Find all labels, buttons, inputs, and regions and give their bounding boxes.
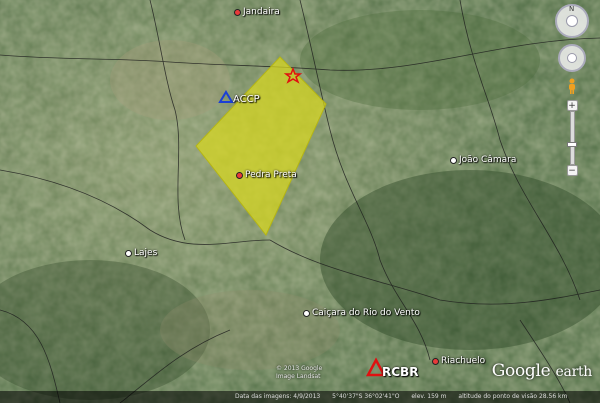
place-marker-icon bbox=[125, 249, 132, 257]
imagery-copyright: © 2013 Google Image Landsat bbox=[276, 365, 323, 380]
move-pan-control[interactable] bbox=[558, 44, 586, 72]
place-label: Caiçara do Rio do Vento bbox=[312, 308, 420, 318]
eye-altitude-readout: altitude do ponto de visão 28.56 km bbox=[458, 393, 568, 400]
place-marker-icon bbox=[234, 8, 241, 16]
place-label: Pedra Preta bbox=[245, 170, 297, 180]
eye-icon bbox=[566, 15, 578, 27]
place-label: Jandaira bbox=[243, 7, 280, 17]
zoom-slider[interactable]: + − bbox=[566, 100, 578, 176]
imagery-date: Data das imagens: 4/9/2013 bbox=[235, 393, 321, 400]
cursor-coordinates: 5°40'37"S 36°02'41"O bbox=[332, 393, 400, 400]
look-compass-control[interactable]: N bbox=[555, 4, 589, 38]
place-label: João Câmara bbox=[459, 155, 517, 165]
place-marker-icon bbox=[236, 171, 243, 179]
station-accp-label[interactable]: ACCP bbox=[233, 94, 260, 105]
place-marker-icon bbox=[450, 156, 457, 164]
place-pedra-preta[interactable]: Pedra Preta bbox=[236, 170, 297, 180]
hand-icon bbox=[567, 53, 577, 63]
brand-earth: earth bbox=[555, 364, 593, 380]
place-lajes[interactable]: Lajes bbox=[125, 248, 157, 258]
north-indicator: N bbox=[569, 5, 575, 13]
navigation-controls: N + − bbox=[552, 4, 592, 176]
place-marker-icon bbox=[303, 309, 310, 317]
place-label: Lajes bbox=[134, 248, 158, 258]
map-view[interactable]: Jandaira Pedra Preta João Câmara Lajes C… bbox=[0, 0, 600, 403]
zoom-track[interactable] bbox=[566, 111, 577, 165]
station-rcbr-label[interactable]: RCBR bbox=[382, 365, 418, 379]
place-jandaira[interactable]: Jandaira bbox=[234, 7, 280, 17]
brand-google: Google bbox=[491, 361, 551, 381]
zoom-in-button[interactable]: + bbox=[566, 100, 578, 111]
place-riachuelo[interactable]: Riachuelo bbox=[432, 356, 485, 366]
zoom-out-button[interactable]: − bbox=[566, 165, 578, 176]
place-joao-camara[interactable]: João Câmara bbox=[450, 155, 516, 165]
street-view-pegman-icon[interactable] bbox=[566, 78, 578, 94]
google-earth-logo: Google earth bbox=[491, 361, 593, 381]
place-caicara[interactable]: Caiçara do Rio do Vento bbox=[303, 308, 420, 318]
status-bar: Data das imagens: 4/9/2013 5°40'37"S 36°… bbox=[0, 391, 600, 403]
satellite-terrain bbox=[0, 0, 600, 403]
place-marker-icon bbox=[432, 357, 439, 365]
place-label: Riachuelo bbox=[441, 356, 486, 366]
elevation-readout: elev. 159 m bbox=[411, 393, 447, 400]
zoom-knob[interactable] bbox=[566, 142, 577, 147]
